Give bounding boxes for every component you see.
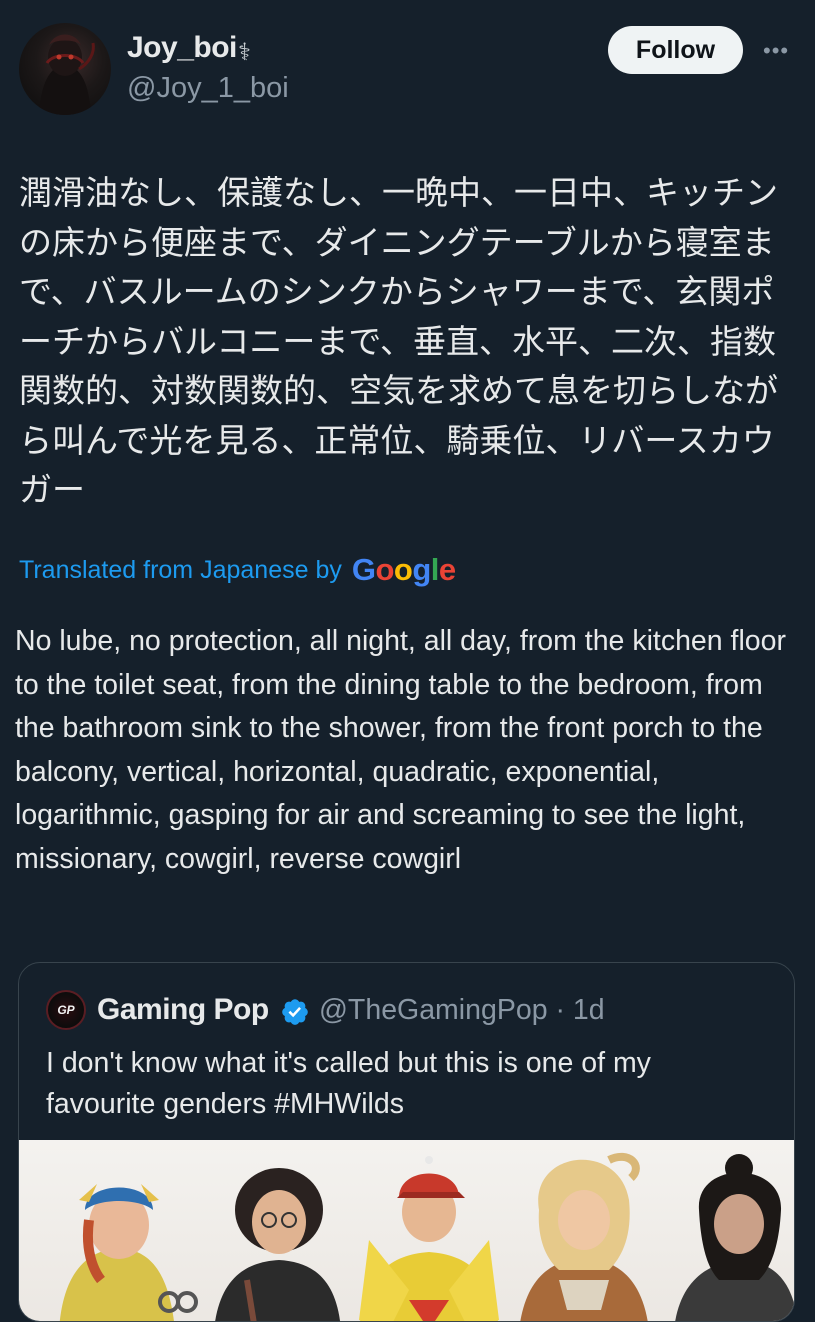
- quote-text: I don't know what it's called but this i…: [46, 1047, 651, 1120]
- quote-handle-time[interactable]: @TheGamingPop · 1d: [319, 994, 605, 1027]
- quote-author-name[interactable]: Gaming Pop: [97, 993, 269, 1027]
- quote-author-avatar[interactable]: GP: [46, 990, 86, 1030]
- follow-button[interactable]: Follow: [608, 26, 743, 74]
- post-text-translated: No lube, no protection, all night, all d…: [15, 625, 786, 875]
- author-display-name[interactable]: Joy_boi: [127, 31, 237, 65]
- character-3: [359, 1156, 499, 1321]
- author-handle[interactable]: @Joy_1_boi: [127, 72, 289, 105]
- google-logo: Google: [351, 552, 456, 587]
- translation-label[interactable]: Translated from Japanese by: [19, 556, 342, 585]
- quoted-post-card[interactable]: GP Gaming Pop @TheGamingPop · 1d I don't…: [18, 962, 795, 1322]
- character-2: [215, 1168, 340, 1321]
- name-symbol-icon: ⚕: [238, 39, 251, 66]
- post-text-original: 潤滑油なし、保護なし、一晩中、一日中、キッチンの床から便座まで、ダイニングテーブ…: [19, 173, 778, 509]
- more-horizontal-icon[interactable]: •••: [763, 38, 789, 64]
- verified-badge-icon: [282, 999, 308, 1025]
- dark-figure-avatar-icon: [39, 34, 95, 115]
- character-1: [59, 1184, 198, 1321]
- character-5: [675, 1154, 794, 1321]
- character-lineup-image: [59, 1152, 794, 1321]
- translation-attribution[interactable]: Translated from Japanese by Google: [19, 552, 456, 588]
- author-avatar[interactable]: [19, 23, 111, 115]
- quote-media-image[interactable]: [19, 1140, 794, 1321]
- character-4: [520, 1152, 648, 1321]
